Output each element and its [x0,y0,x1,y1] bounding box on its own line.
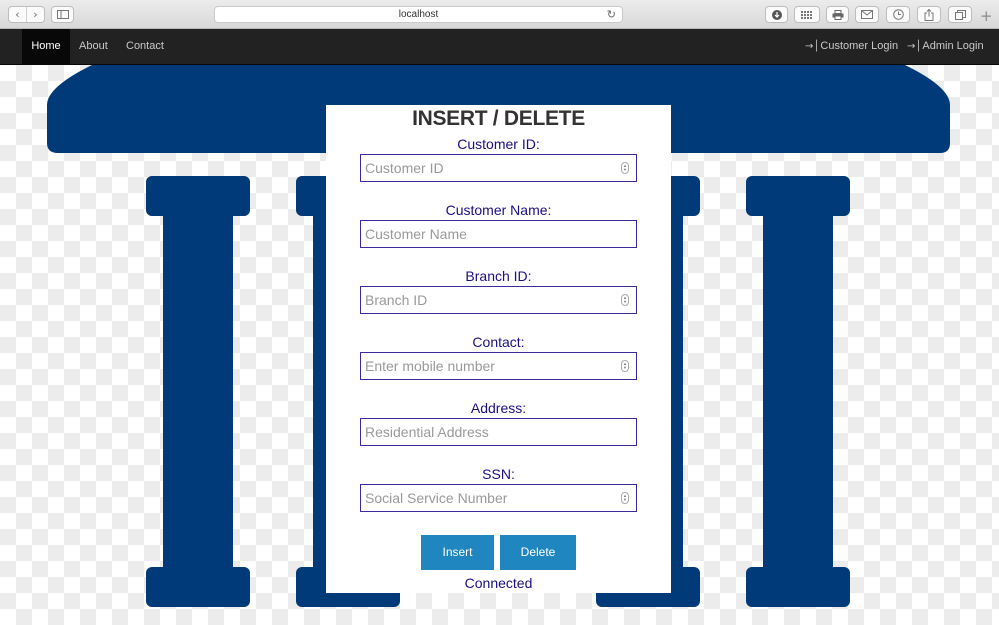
customer-id-input[interactable] [361,155,636,181]
customer-id-field[interactable]: ▲▼ [360,154,637,182]
print-icon[interactable] [826,6,849,23]
nav-home[interactable]: Home [22,29,70,64]
address-field[interactable] [360,418,637,446]
insert-button[interactable]: Insert [421,535,494,570]
customer-id-label: Customer ID: [457,136,540,152]
address-label: Address: [470,400,527,416]
mail-icon[interactable] [855,6,879,23]
customer-name-input[interactable] [361,221,636,247]
downloads-icon[interactable] [765,6,788,23]
customer-name-field[interactable] [360,220,637,248]
share-icon[interactable] [917,6,941,23]
new-tab-icon[interactable]: + [980,9,993,24]
nav-admin-login[interactable]: →│Admin Login [907,29,984,64]
connection-status: Connected [464,575,533,591]
site-navbar: Home About Contact →│Customer Login →│Ad… [0,29,999,65]
branch-id-field[interactable]: ▲▼ [360,286,637,314]
history-icon[interactable] [886,6,910,23]
branch-id-label: Branch ID: [465,268,532,284]
delete-button[interactable]: Delete [500,535,576,570]
ssn-input[interactable] [361,485,636,511]
forward-icon[interactable]: › [27,7,44,22]
ssn-field[interactable]: ▲▼ [360,484,637,512]
contact-label: Contact: [472,334,525,350]
contact-field[interactable]: ▲▼ [360,352,637,380]
tabs-icon[interactable] [948,6,972,23]
form-title: INSERT / DELETE [412,107,585,130]
insert-delete-form: INSERT / DELETE Customer ID: ▲▼ Customer… [326,105,671,593]
top-sites-icon[interactable] [794,6,820,23]
number-stepper-icon[interactable]: ▲ ▼ [621,294,629,306]
number-stepper-icon[interactable]: ▲ ▼ [621,162,629,174]
log-in-icon: →│ [805,41,820,52]
customer-login-label: Customer Login [820,40,899,52]
nav-customer-login[interactable]: →│Customer Login [805,29,898,64]
admin-login-label: Admin Login [922,40,984,52]
browser-toolbar: ‹ › localhost ↻ + [0,0,999,29]
history-nav: ‹ › [8,6,45,23]
address-bar[interactable]: localhost ↻ [214,6,623,23]
sidebar-icon[interactable] [51,6,74,23]
log-in-icon: →│ [907,41,922,52]
number-stepper-icon[interactable]: ▲ ▼ [621,360,629,372]
reload-icon[interactable]: ↻ [607,7,616,22]
branch-id-input[interactable] [361,287,636,313]
ssn-label: SSN: [482,466,515,482]
number-stepper-icon[interactable]: ▲ ▼ [621,492,629,504]
customer-name-label: Customer Name: [445,202,552,218]
nav-about[interactable]: About [79,29,108,64]
address-input[interactable] [361,419,636,445]
nav-contact[interactable]: Contact [126,29,164,64]
contact-input[interactable] [361,353,636,379]
back-icon[interactable]: ‹ [9,7,27,22]
url-text: localhost [398,9,439,20]
